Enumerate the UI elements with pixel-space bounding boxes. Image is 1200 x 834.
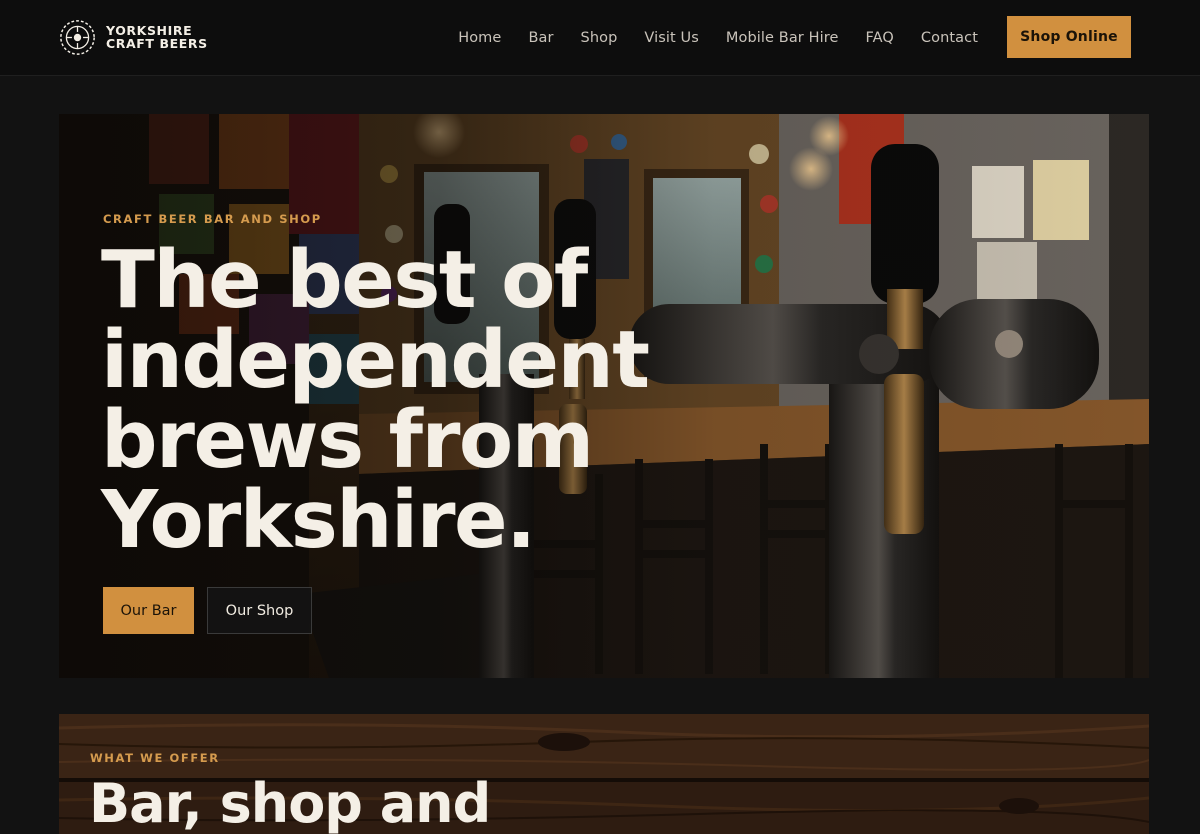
- hero-heading-line: Yorkshire.: [101, 474, 536, 566]
- offer-heading: Bar, shop and: [89, 772, 491, 834]
- site-header: YORKSHIRE CRAFT BEERS Home Bar Shop Visi…: [0, 0, 1200, 76]
- hero-heading-line: brews from: [101, 394, 594, 486]
- nav-mobile-bar-hire[interactable]: Mobile Bar Hire: [726, 30, 839, 46]
- our-shop-button[interactable]: Our Shop: [207, 587, 312, 634]
- what-we-offer-section: WHAT WE OFFER Bar, shop and: [59, 714, 1149, 834]
- shop-online-button[interactable]: Shop Online: [1007, 16, 1131, 58]
- our-bar-button[interactable]: Our Bar: [103, 587, 194, 634]
- brand-logo[interactable]: YORKSHIRE CRAFT BEERS: [59, 17, 208, 57]
- brand-wordmark: YORKSHIRE CRAFT BEERS: [106, 24, 208, 50]
- hero-heading-line: The best of: [101, 234, 588, 326]
- hero-heading-line: independent: [101, 314, 650, 406]
- hero-eyebrow: CRAFT BEER BAR AND SHOP: [103, 212, 322, 226]
- brand-line-2: CRAFT BEERS: [106, 36, 208, 51]
- main-nav: Home Bar Shop Visit Us Mobile Bar Hire F…: [458, 0, 978, 76]
- hero-section: CRAFT BEER BAR AND SHOP The best of inde…: [59, 114, 1149, 678]
- nav-visit-us[interactable]: Visit Us: [644, 30, 698, 46]
- nav-bar[interactable]: Bar: [528, 30, 553, 46]
- roundel-logo-icon: [60, 19, 95, 55]
- nav-contact[interactable]: Contact: [921, 30, 978, 46]
- offer-eyebrow: WHAT WE OFFER: [90, 751, 220, 765]
- nav-home[interactable]: Home: [458, 30, 501, 46]
- nav-faq[interactable]: FAQ: [865, 30, 893, 46]
- nav-shop[interactable]: Shop: [581, 30, 618, 46]
- hero-heading: The best of independent brews from Yorks…: [101, 240, 701, 560]
